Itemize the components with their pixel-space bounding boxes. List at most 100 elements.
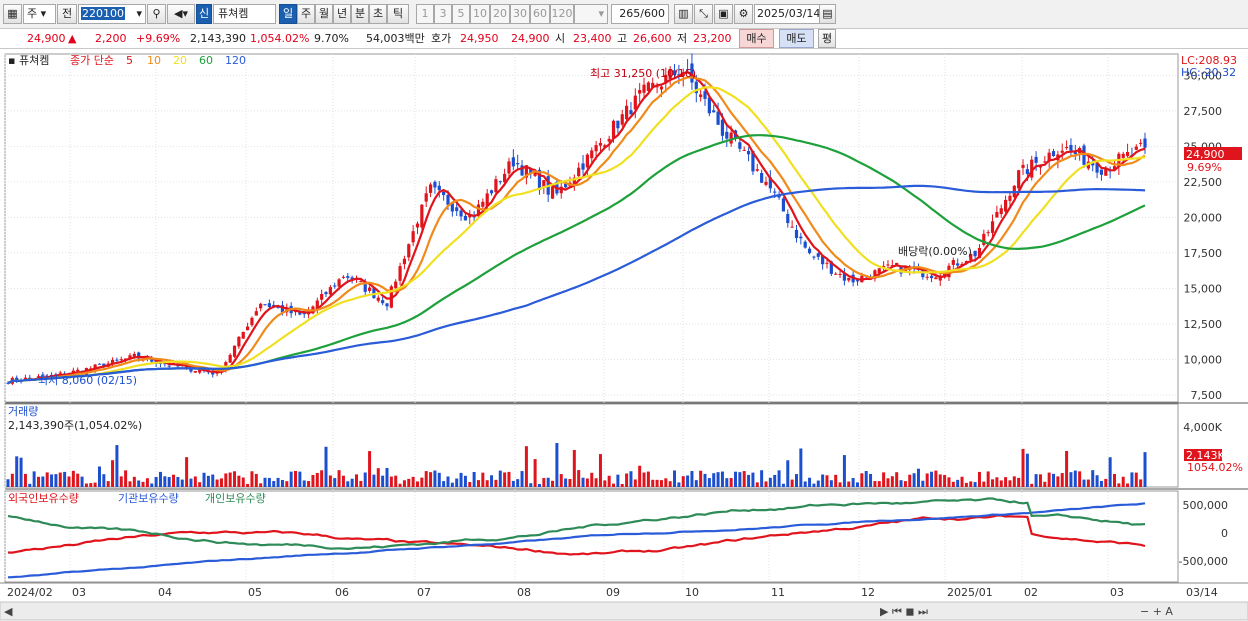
calendar-icon[interactable]: ▤ bbox=[819, 4, 836, 24]
chart-area[interactable]: 30,00027,50025,00022,50020,00017,50015,0… bbox=[0, 50, 1248, 621]
tab-tick[interactable]: 틱 bbox=[387, 4, 409, 24]
tab-year[interactable]: 년 bbox=[333, 4, 351, 24]
volume-bar bbox=[603, 480, 607, 487]
gear-icon[interactable]: ⚙ bbox=[734, 4, 753, 24]
interval-button[interactable]: 3 bbox=[434, 4, 452, 24]
tab-day[interactable]: 일 bbox=[279, 4, 297, 24]
volume-bar bbox=[424, 471, 428, 487]
volume-bar bbox=[289, 471, 293, 487]
average-button[interactable]: 평 bbox=[818, 29, 836, 48]
count-field[interactable]: 265/600 bbox=[611, 4, 669, 24]
volume-bar bbox=[1008, 480, 1012, 487]
candle-body bbox=[263, 304, 267, 306]
volume-bar bbox=[934, 470, 938, 487]
volume-bar bbox=[542, 478, 546, 487]
volume-bar bbox=[394, 475, 398, 487]
period-select[interactable]: 주 ▾ bbox=[23, 4, 56, 24]
volume-bar bbox=[598, 454, 602, 487]
candle-body bbox=[725, 131, 729, 139]
volume-bar bbox=[925, 473, 929, 487]
volume-bar bbox=[825, 475, 829, 487]
low-price: 23,200 bbox=[693, 32, 732, 45]
candle-body bbox=[925, 276, 929, 278]
volume-bar bbox=[246, 483, 250, 487]
interval-button[interactable]: 30 bbox=[510, 4, 530, 24]
draw-tool-icon[interactable]: ⤡ bbox=[694, 4, 713, 24]
candle-body bbox=[1034, 156, 1038, 163]
chart-background bbox=[0, 50, 1248, 621]
volume-bar bbox=[311, 475, 315, 487]
volume-bar bbox=[982, 481, 986, 487]
candle-body bbox=[76, 369, 80, 372]
candle-body bbox=[428, 184, 433, 193]
save-icon[interactable]: ▣ bbox=[714, 4, 733, 24]
code-input[interactable]: 220100 ▾ bbox=[78, 4, 146, 24]
adjust-button[interactable]: 전 bbox=[57, 4, 77, 24]
date-field[interactable]: 2025/03/14 bbox=[754, 4, 820, 24]
candle-body bbox=[97, 363, 102, 365]
candle-body bbox=[398, 266, 402, 281]
interval-button[interactable]: 120 bbox=[550, 4, 574, 24]
candle-body bbox=[1069, 144, 1073, 151]
tab-minute[interactable]: 분 bbox=[351, 4, 369, 24]
volume-bar bbox=[298, 471, 302, 487]
volume-bar bbox=[707, 478, 711, 487]
search-icon[interactable]: ⚲ bbox=[147, 4, 166, 24]
last-price-tag: 24,900 bbox=[1186, 148, 1225, 161]
interval-select[interactable]: ▾ bbox=[574, 4, 608, 24]
volume-bar bbox=[725, 478, 729, 487]
volume-bar bbox=[485, 480, 489, 487]
volume-bar bbox=[699, 470, 703, 487]
code-input-value: 220100 bbox=[81, 7, 125, 20]
indicator-icon[interactable]: ▥ bbox=[674, 4, 693, 24]
scrollbar bbox=[0, 601, 1248, 621]
volume-bar bbox=[956, 479, 960, 487]
volume-bar bbox=[219, 478, 223, 487]
volume-bar bbox=[32, 471, 36, 487]
interval-button[interactable]: 60 bbox=[530, 4, 550, 24]
volume-bar bbox=[655, 479, 659, 487]
volume-bar bbox=[1113, 473, 1117, 487]
volume-bar bbox=[812, 483, 816, 487]
tab-week[interactable]: 주 bbox=[297, 4, 315, 24]
volume-bar bbox=[677, 482, 681, 487]
volume-bar bbox=[476, 480, 480, 487]
holders-tick-label: 0 bbox=[1221, 527, 1228, 540]
chart-icon[interactable]: ▦ bbox=[3, 4, 22, 24]
candle-body bbox=[712, 110, 716, 113]
dividend-note: 배당락(0.00%) bbox=[898, 245, 972, 258]
candle-body bbox=[324, 292, 328, 295]
candle-body bbox=[481, 201, 485, 207]
stock-name-field[interactable]: 퓨쳐켐 bbox=[213, 4, 276, 24]
volume-bar bbox=[960, 476, 964, 487]
candle-body bbox=[764, 181, 768, 185]
interval-button[interactable]: 5 bbox=[452, 4, 470, 24]
volume-bar bbox=[511, 480, 515, 487]
volume-bar bbox=[285, 481, 289, 487]
volume-bar bbox=[294, 470, 298, 487]
toolbar: ▦ 주 ▾ 전 220100 ▾ ⚲ ◀▾ 신 퓨쳐켐 일 주 월 년 분 초 틱… bbox=[0, 0, 1248, 29]
x-axis-label: 03 bbox=[72, 586, 86, 599]
holders-tick-label: 500,000 bbox=[1183, 499, 1229, 512]
volume-bar bbox=[703, 473, 707, 487]
candle-body bbox=[489, 190, 494, 194]
volume-bar bbox=[503, 472, 507, 487]
candle-body bbox=[1003, 199, 1008, 212]
tab-month[interactable]: 월 bbox=[315, 4, 333, 24]
interval-button[interactable]: 20 bbox=[490, 4, 510, 24]
volume-bar bbox=[777, 470, 781, 487]
interval-button[interactable]: 1 bbox=[416, 4, 434, 24]
volume-bar bbox=[215, 479, 219, 487]
buy-button[interactable]: 매수 bbox=[739, 29, 774, 48]
volume-bar bbox=[664, 478, 668, 487]
price-tick-label: 7,500 bbox=[1191, 389, 1223, 402]
price-tick-label: 20,000 bbox=[1184, 211, 1223, 224]
interval-button[interactable]: 10 bbox=[470, 4, 490, 24]
volume-bar bbox=[951, 481, 955, 487]
candle-body bbox=[167, 365, 171, 367]
candle-body bbox=[241, 331, 245, 339]
sell-button[interactable]: 매도 bbox=[779, 29, 814, 48]
speaker-icon[interactable]: ◀▾ bbox=[167, 4, 195, 24]
volume-bar bbox=[537, 483, 541, 487]
tab-second[interactable]: 초 bbox=[369, 4, 387, 24]
